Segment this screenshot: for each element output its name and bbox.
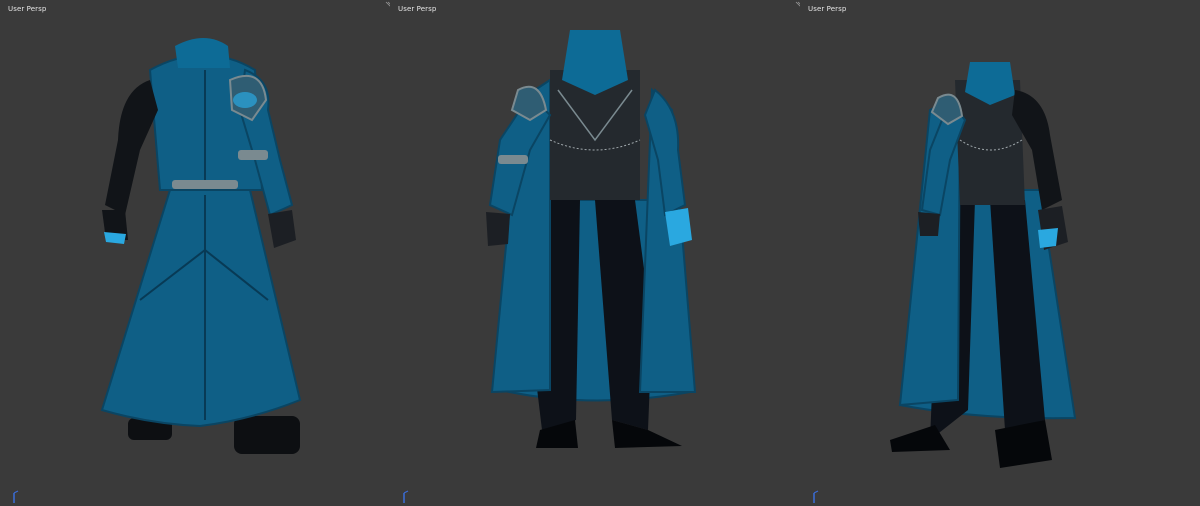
viewport-back[interactable]: User Persp [0,0,390,506]
viewport-row: User Persp User Persp User Persp [0,0,1200,506]
axis-gizmo-icon [813,490,819,503]
axis-gizmo-icon [403,490,409,503]
viewport-three-quarter[interactable]: User Persp [800,0,1200,506]
axis-gizmo-icon [13,490,19,503]
character-model-three-quarter [890,62,1077,468]
character-model-back [100,38,302,454]
viewport-front[interactable]: User Persp [390,0,800,506]
character-model-front [486,30,697,448]
